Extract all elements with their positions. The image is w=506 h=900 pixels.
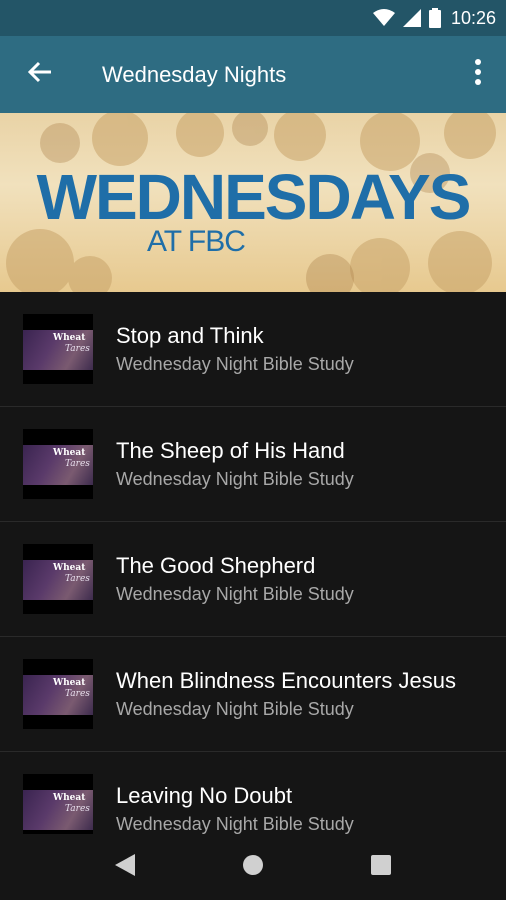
battery-icon	[428, 8, 441, 28]
arrow-left-icon	[27, 60, 53, 89]
banner-subline: AT FBC	[147, 225, 246, 258]
series-banner: WEDNESDAYS AT FBC	[0, 113, 506, 292]
item-title: When Blindness Encounters Jesus	[116, 668, 456, 693]
item-subtitle: Wednesday Night Bible Study	[116, 354, 354, 374]
sermon-thumbnail: Wheat Tares	[23, 544, 93, 614]
wifi-icon	[372, 9, 395, 27]
list-item[interactable]: Wheat Tares When Blindness Encounters Jes…	[0, 637, 506, 752]
item-title: The Sheep of His Hand	[116, 438, 345, 463]
home-circle-icon	[242, 854, 264, 881]
status-time: 10:26	[450, 7, 496, 28]
sermon-list: Wheat Tares Stop and Think Wednesday Nigh…	[0, 292, 506, 834]
nav-home-button[interactable]	[233, 847, 273, 887]
nav-recents-button[interactable]	[361, 847, 401, 887]
item-subtitle: Wednesday Night Bible Study	[116, 469, 354, 489]
more-vert-icon	[474, 59, 482, 90]
app-bar: Wednesday Nights	[0, 36, 506, 113]
system-nav-bar	[0, 834, 506, 900]
item-title: The Good Shepherd	[116, 553, 316, 578]
back-triangle-icon	[115, 853, 135, 881]
list-item[interactable]: Wheat Tares Leaving No Doubt Wednesday Ni…	[0, 752, 506, 834]
item-subtitle: Wednesday Night Bible Study	[116, 584, 354, 604]
sermon-thumbnail: Wheat Tares	[23, 314, 93, 384]
back-button[interactable]	[12, 47, 68, 103]
signal-icon	[402, 9, 421, 27]
nav-back-button[interactable]	[105, 847, 145, 887]
status-bar: 10:26	[0, 0, 506, 36]
overflow-menu-button[interactable]	[454, 47, 502, 103]
list-item[interactable]: Wheat Tares The Good Shepherd Wednesday N…	[0, 522, 506, 637]
item-subtitle: Wednesday Night Bible Study	[116, 699, 354, 719]
sermon-thumbnail: Wheat Tares	[23, 429, 93, 499]
sermon-thumbnail: Wheat Tares	[23, 659, 93, 729]
recents-square-icon	[371, 854, 391, 880]
list-item[interactable]: Wheat Tares The Sheep of His Hand Wednesd…	[0, 407, 506, 522]
item-title: Stop and Think	[116, 323, 264, 348]
item-subtitle: Wednesday Night Bible Study	[116, 814, 354, 834]
page-title: Wednesday Nights	[102, 61, 287, 87]
banner-headline: WEDNESDAYS	[36, 161, 472, 233]
sermon-thumbnail: Wheat Tares	[23, 774, 93, 834]
list-item[interactable]: Wheat Tares Stop and Think Wednesday Nigh…	[0, 292, 506, 407]
item-title: Leaving No Doubt	[116, 783, 293, 808]
